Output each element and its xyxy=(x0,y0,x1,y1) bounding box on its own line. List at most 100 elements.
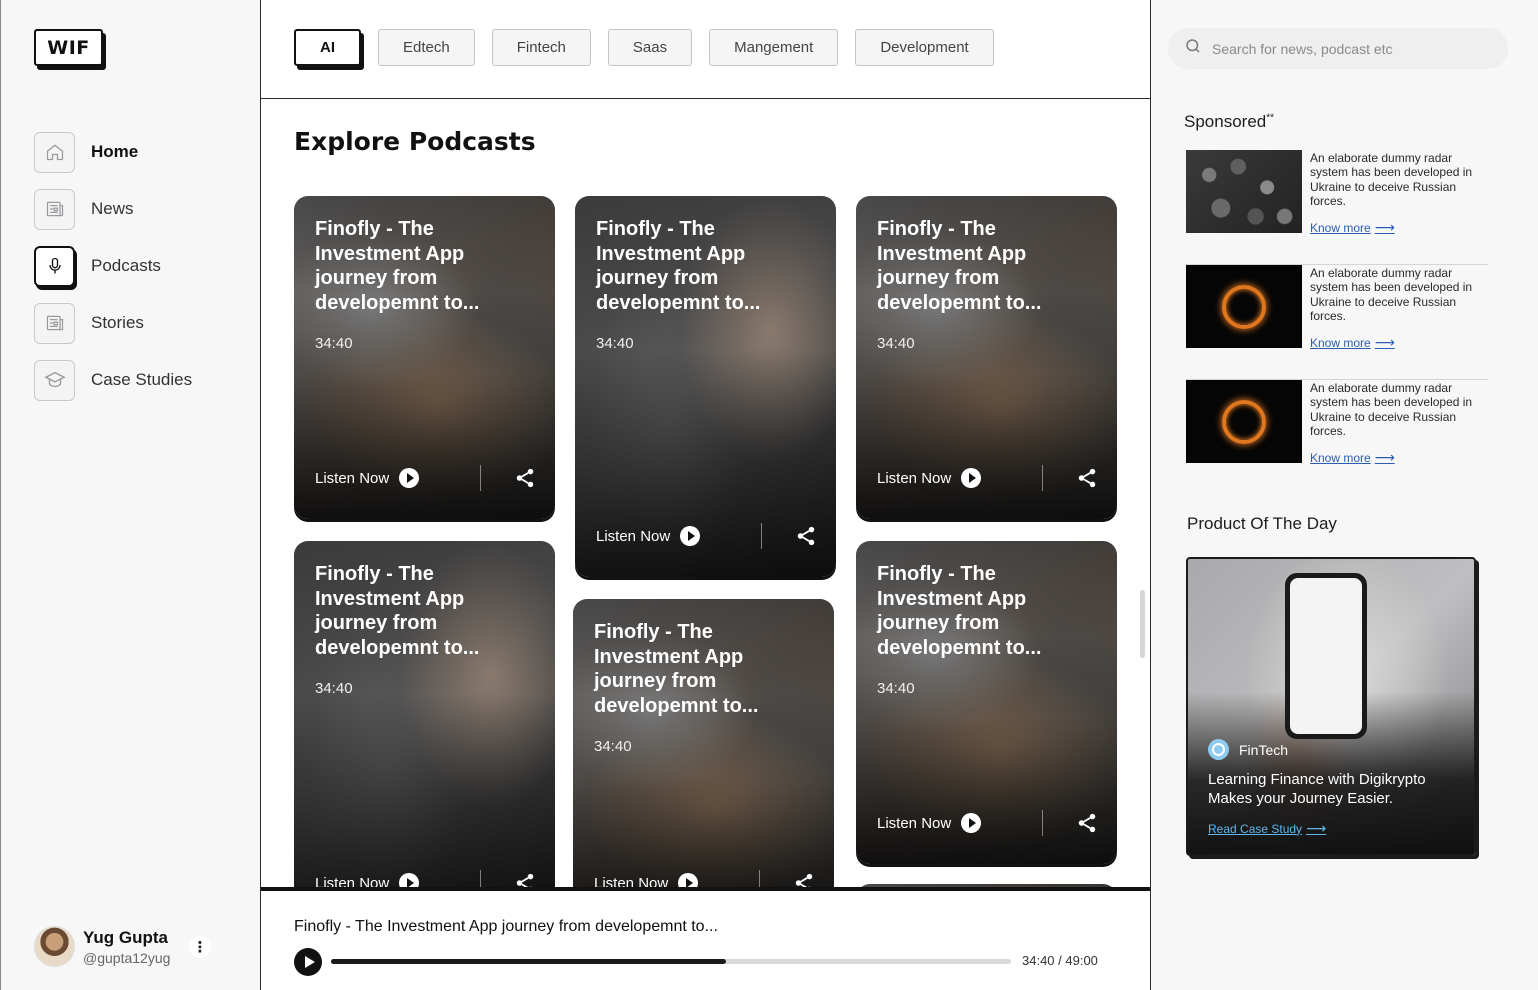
know-more-link[interactable]: Know more ⟶ xyxy=(1310,449,1395,466)
logo[interactable]: WIF xyxy=(34,29,103,66)
nav-label: Podcasts xyxy=(91,256,161,275)
user-name: Yug Gupta xyxy=(83,927,168,947)
podcast-card[interactable]: Finofly - The Investment App journey fro… xyxy=(294,541,555,921)
home-icon xyxy=(34,131,75,173)
share-icon[interactable] xyxy=(514,467,536,494)
card-title: Finofly - The Investment App journey fro… xyxy=(877,563,1042,659)
card-title: Finofly - The Investment App journey fro… xyxy=(877,218,1042,314)
search-input[interactable] xyxy=(1212,40,1492,57)
chip-ai[interactable]: AI xyxy=(294,29,361,66)
product-of-day-title: Product Of The Day xyxy=(1187,514,1337,533)
user-info: Yug Gupta @gupta12yug xyxy=(83,928,170,966)
share-icon[interactable] xyxy=(1076,467,1098,494)
audio-player: Finofly - The Investment App journey fro… xyxy=(261,887,1150,990)
chip-fintech[interactable]: Fintech xyxy=(491,29,591,66)
play-button[interactable] xyxy=(294,948,322,976)
podcast-card[interactable]: Finofly - The Investment App journey fro… xyxy=(856,541,1117,864)
nav-item-case-studies[interactable]: Case Studies xyxy=(34,359,192,401)
nav-label: Home xyxy=(91,142,139,161)
podcast-card[interactable]: Finofly - The Investment App journey fro… xyxy=(575,196,836,577)
page-title: Explore Podcasts xyxy=(294,127,536,156)
listen-now-button[interactable]: Listen Now xyxy=(315,468,420,488)
listen-now-button[interactable]: Listen Now xyxy=(877,813,982,833)
know-more-link[interactable]: Know more ⟶ xyxy=(1310,219,1395,236)
ad-text: An elaborate dummy radar system has been… xyxy=(1310,266,1473,323)
play-icon xyxy=(961,813,982,833)
nav-label: Stories xyxy=(91,313,144,332)
avatar xyxy=(34,926,75,967)
more-options-icon[interactable]: ⋮ xyxy=(189,936,211,958)
ad-image xyxy=(1186,380,1302,463)
card-title: Finofly - The Investment App journey fro… xyxy=(315,563,480,659)
know-more-link[interactable]: Know more ⟶ xyxy=(1310,334,1395,351)
podcast-card[interactable]: Finofly - The Investment App journey fro… xyxy=(294,196,555,519)
search-icon xyxy=(1184,37,1202,60)
chip-development[interactable]: Development xyxy=(855,29,994,66)
sponsored-ad: An elaborate dummy radar system has been… xyxy=(1186,150,1488,265)
podcast-card[interactable]: Finofly - The Investment App journey fro… xyxy=(573,599,834,921)
progress-fill xyxy=(331,959,726,964)
product-of-day-card[interactable]: FinTech Learning Finance with Digikrypto… xyxy=(1186,557,1476,856)
card-duration: 34:40 xyxy=(315,680,353,697)
scrollbar[interactable] xyxy=(1140,590,1145,658)
nav-label: Case Studies xyxy=(91,370,193,389)
listen-label: Listen Now xyxy=(596,527,671,545)
nav-item-podcasts[interactable]: Podcasts xyxy=(34,245,192,287)
search-bar[interactable] xyxy=(1168,28,1508,69)
eclipse-ring xyxy=(1222,399,1266,444)
right-sidebar: Sponsored** An elaborate dummy radar sys… xyxy=(1151,0,1538,990)
phone-screen xyxy=(1290,578,1362,734)
link-label: Know more xyxy=(1310,220,1371,235)
progress-track[interactable] xyxy=(331,959,1011,964)
link-label: Read Case Study xyxy=(1208,821,1303,836)
arrow-right-icon: ⟶ xyxy=(1374,219,1395,235)
card-duration: 34:40 xyxy=(877,680,915,697)
card-title: Finofly - The Investment App journey fro… xyxy=(596,218,761,314)
nav-item-news[interactable]: News xyxy=(34,188,192,230)
user-profile[interactable]: Yug Gupta @gupta12yug ⋮ xyxy=(34,926,211,967)
podcast-card[interactable]: Finofly - The Investment App journey fro… xyxy=(856,196,1117,519)
player-time: 34:40 / 49:00 xyxy=(1022,953,1098,968)
sponsored-label: Sponsored xyxy=(1184,112,1267,131)
nav-item-home[interactable]: Home xyxy=(34,131,192,173)
play-icon xyxy=(399,468,420,488)
nav-item-stories[interactable]: Stories xyxy=(34,302,192,344)
card-title: Finofly - The Investment App journey fro… xyxy=(315,218,480,314)
main-content: AI Edtech Fintech Saas Mangement Develop… xyxy=(261,0,1151,990)
main-nav: Home News Podcasts Stories Case Studies xyxy=(34,131,192,416)
sponsored-title: Sponsored** xyxy=(1184,112,1274,132)
chip-edtech[interactable]: Edtech xyxy=(378,29,475,66)
ad-image xyxy=(1186,150,1302,233)
arrow-right-icon: ⟶ xyxy=(1306,820,1327,836)
tag-label: FinTech xyxy=(1239,741,1289,758)
category-chips: AI Edtech Fintech Saas Mangement Develop… xyxy=(294,29,1011,66)
listen-now-button[interactable]: Listen Now xyxy=(877,468,982,488)
listen-label: Listen Now xyxy=(877,469,952,487)
divider xyxy=(1042,465,1043,491)
ad-text: An elaborate dummy radar system has been… xyxy=(1310,151,1473,208)
share-icon[interactable] xyxy=(1076,812,1098,839)
card-title: Finofly - The Investment App journey fro… xyxy=(594,621,759,717)
chip-mangement[interactable]: Mangement xyxy=(709,29,839,66)
product-description: Learning Finance with Digikrypto Makes y… xyxy=(1208,771,1426,807)
card-footer: Listen Now xyxy=(877,810,1098,836)
divider xyxy=(480,465,481,491)
left-sidebar: WIF Home News Podcasts Stories Case Stud… xyxy=(0,0,261,990)
app: WIF Home News Podcasts Stories Case Stud… xyxy=(0,0,1538,990)
card-duration: 34:40 xyxy=(594,738,632,755)
chip-saas[interactable]: Saas xyxy=(607,29,693,66)
microphone-icon xyxy=(34,245,75,287)
player-title: Finofly - The Investment App journey fro… xyxy=(294,918,718,935)
share-icon[interactable] xyxy=(795,525,817,552)
listen-now-button[interactable]: Listen Now xyxy=(596,526,701,546)
user-handle: @gupta12yug xyxy=(83,949,171,966)
arrow-right-icon: ⟶ xyxy=(1374,449,1395,465)
listen-label: Listen Now xyxy=(315,469,390,487)
play-icon xyxy=(680,526,701,546)
news-icon xyxy=(34,188,75,230)
read-case-study-link[interactable]: Read Case Study ⟶ xyxy=(1208,820,1326,837)
sponsored-ad: An elaborate dummy radar system has been… xyxy=(1186,265,1488,380)
card-duration: 34:40 xyxy=(315,335,353,352)
phone-image xyxy=(1285,573,1367,739)
card-duration: 34:40 xyxy=(877,335,915,352)
